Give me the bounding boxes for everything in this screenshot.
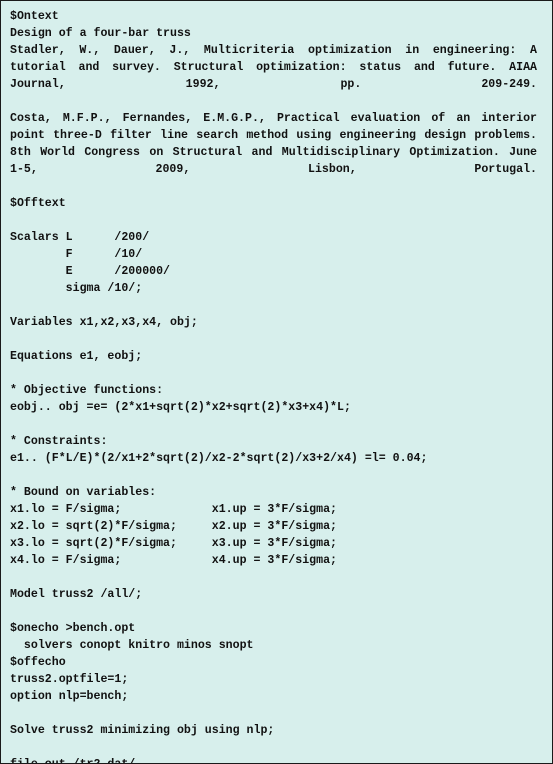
- code-line: Scalars L /200/: [10, 231, 150, 244]
- code-line: F /10/: [10, 248, 143, 261]
- code-line: e1.. (F*L/E)*(2/x1+2*sqrt(2)/x2-2*sqrt(2…: [10, 452, 428, 465]
- code-line: x4.lo = F/sigma; x4.up = 3*F/sigma;: [10, 554, 337, 567]
- code-line: Equations e1, eobj;: [10, 350, 143, 363]
- reference-costa: Costa, M.F.P., Fernandes, E.M.G.P., Prac…: [10, 112, 537, 176]
- code-line: * Bound on variables:: [10, 486, 157, 499]
- code-line: x1.lo = F/sigma; x1.up = 3*F/sigma;: [10, 503, 337, 516]
- code-line: sigma /10/;: [10, 282, 143, 295]
- code-line: x3.lo = sqrt(2)*F/sigma; x3.up = 3*F/sig…: [10, 537, 337, 550]
- code-line: x2.lo = sqrt(2)*F/sigma; x2.up = 3*F/sig…: [10, 520, 337, 533]
- code-line: eobj.. obj =e= (2*x1+sqrt(2)*x2+sqrt(2)*…: [10, 401, 351, 414]
- code-line: file out /tr2.dat/: [10, 756, 545, 763]
- code-listing-figure: $Ontext Design of a four-bar truss Stadl…: [0, 0, 553, 764]
- code-body: $Ontext Design of a four-bar truss Stadl…: [1, 1, 552, 763]
- code-line-offtext: $Offtext: [10, 197, 66, 210]
- code-line: solvers conopt knitro minos snopt: [10, 639, 254, 652]
- code-line: Model truss2 /all/;: [10, 588, 143, 601]
- code-line: Solve truss2 minimizing obj using nlp;: [10, 724, 275, 737]
- code-line-ontext: $Ontext: [10, 10, 59, 23]
- code-line: $offecho: [10, 656, 66, 669]
- code-line: $onecho >bench.opt: [10, 622, 136, 635]
- code-line: * Constraints:: [10, 435, 108, 448]
- code-lines-container: Scalars L /200/ F /10/ E /200000/ sigma …: [10, 212, 545, 763]
- code-line: Variables x1,x2,x3,x4, obj;: [10, 316, 198, 329]
- code-line: option nlp=bench;: [10, 690, 129, 703]
- reference-stadler: Stadler, W., Dauer, J., Multicriteria op…: [10, 44, 537, 91]
- code-line: * Objective functions:: [10, 384, 164, 397]
- code-line: truss2.optfile=1;: [10, 673, 129, 686]
- code-line-title: Design of a four-bar truss: [10, 27, 191, 40]
- code-line: E /200000/: [10, 265, 171, 278]
